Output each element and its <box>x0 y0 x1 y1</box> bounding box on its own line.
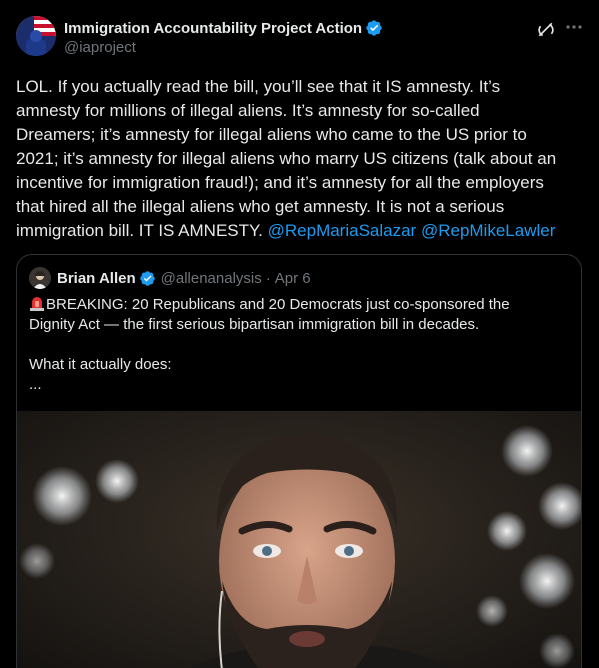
quote-author-handle[interactable]: @allenanalysis <box>161 270 262 287</box>
quote-text: BREAKING: 20 Republicans and 20 Democrat… <box>29 295 569 395</box>
tweet-text: LOL. If you actually read the bill, you’… <box>16 75 588 243</box>
more-options-icon[interactable] <box>563 16 585 38</box>
separator-dot: · <box>265 269 271 287</box>
author-display-name[interactable]: Immigration Accountability Project Actio… <box>64 20 362 37</box>
verified-badge-icon <box>366 20 382 36</box>
quote-author-name[interactable]: Brian Allen <box>57 270 136 287</box>
tweet: Immigration Accountability Project Actio… <box>0 0 599 668</box>
grok-icon[interactable] <box>536 20 556 40</box>
tweet-text-line-last: immigration bill. IT IS AMNESTY. @RepMar… <box>16 219 588 243</box>
author-name-row[interactable]: Immigration Accountability Project Actio… <box>64 18 383 38</box>
quote-text-line: Dignity Act — the first serious bipartis… <box>29 316 480 333</box>
mention-link[interactable]: @RepMariaSalazar <box>268 221 417 240</box>
tweet-text-line: LOL. If you actually read the bill, you’… <box>16 77 501 96</box>
tweet-text-line: that hired all the illegal aliens who ge… <box>16 197 505 216</box>
author-handle[interactable]: @iaproject <box>64 39 136 56</box>
tweet-text-tail: immigration bill. IT IS AMNESTY. <box>16 221 263 240</box>
mention-link[interactable]: @RepMikeLawler <box>421 221 555 240</box>
quote-text-line: ... <box>29 376 42 393</box>
tweet-text-line: incentive for immigration fraud!); and i… <box>16 173 544 192</box>
author-avatar[interactable] <box>16 16 56 56</box>
quote-author-row[interactable]: Brian Allen @allenanalysis · Apr 6 <box>57 267 311 289</box>
tweet-text-line: 2021; it’s amnesty for illegal aliens wh… <box>16 149 557 168</box>
tweet-text-line: Dreamers; it’s amnesty for illegal alien… <box>16 125 527 144</box>
tweet-text-line: amnesty for millions of illegal aliens. … <box>16 101 480 120</box>
quote-text-line1: BREAKING: 20 Republicans and 20 Democrat… <box>46 296 510 313</box>
quote-media-image[interactable] <box>17 411 581 668</box>
siren-emoji-icon <box>30 297 44 311</box>
quote-text-line: What it actually does: <box>29 356 172 373</box>
quote-date[interactable]: Apr 6 <box>275 270 311 287</box>
verified-badge-icon <box>139 270 155 286</box>
quoted-tweet[interactable]: Brian Allen @allenanalysis · Apr 6 BREAK… <box>16 254 582 668</box>
quote-author-avatar[interactable] <box>29 267 51 289</box>
quote-text-line: BREAKING: 20 Republicans and 20 Democrat… <box>29 295 569 315</box>
